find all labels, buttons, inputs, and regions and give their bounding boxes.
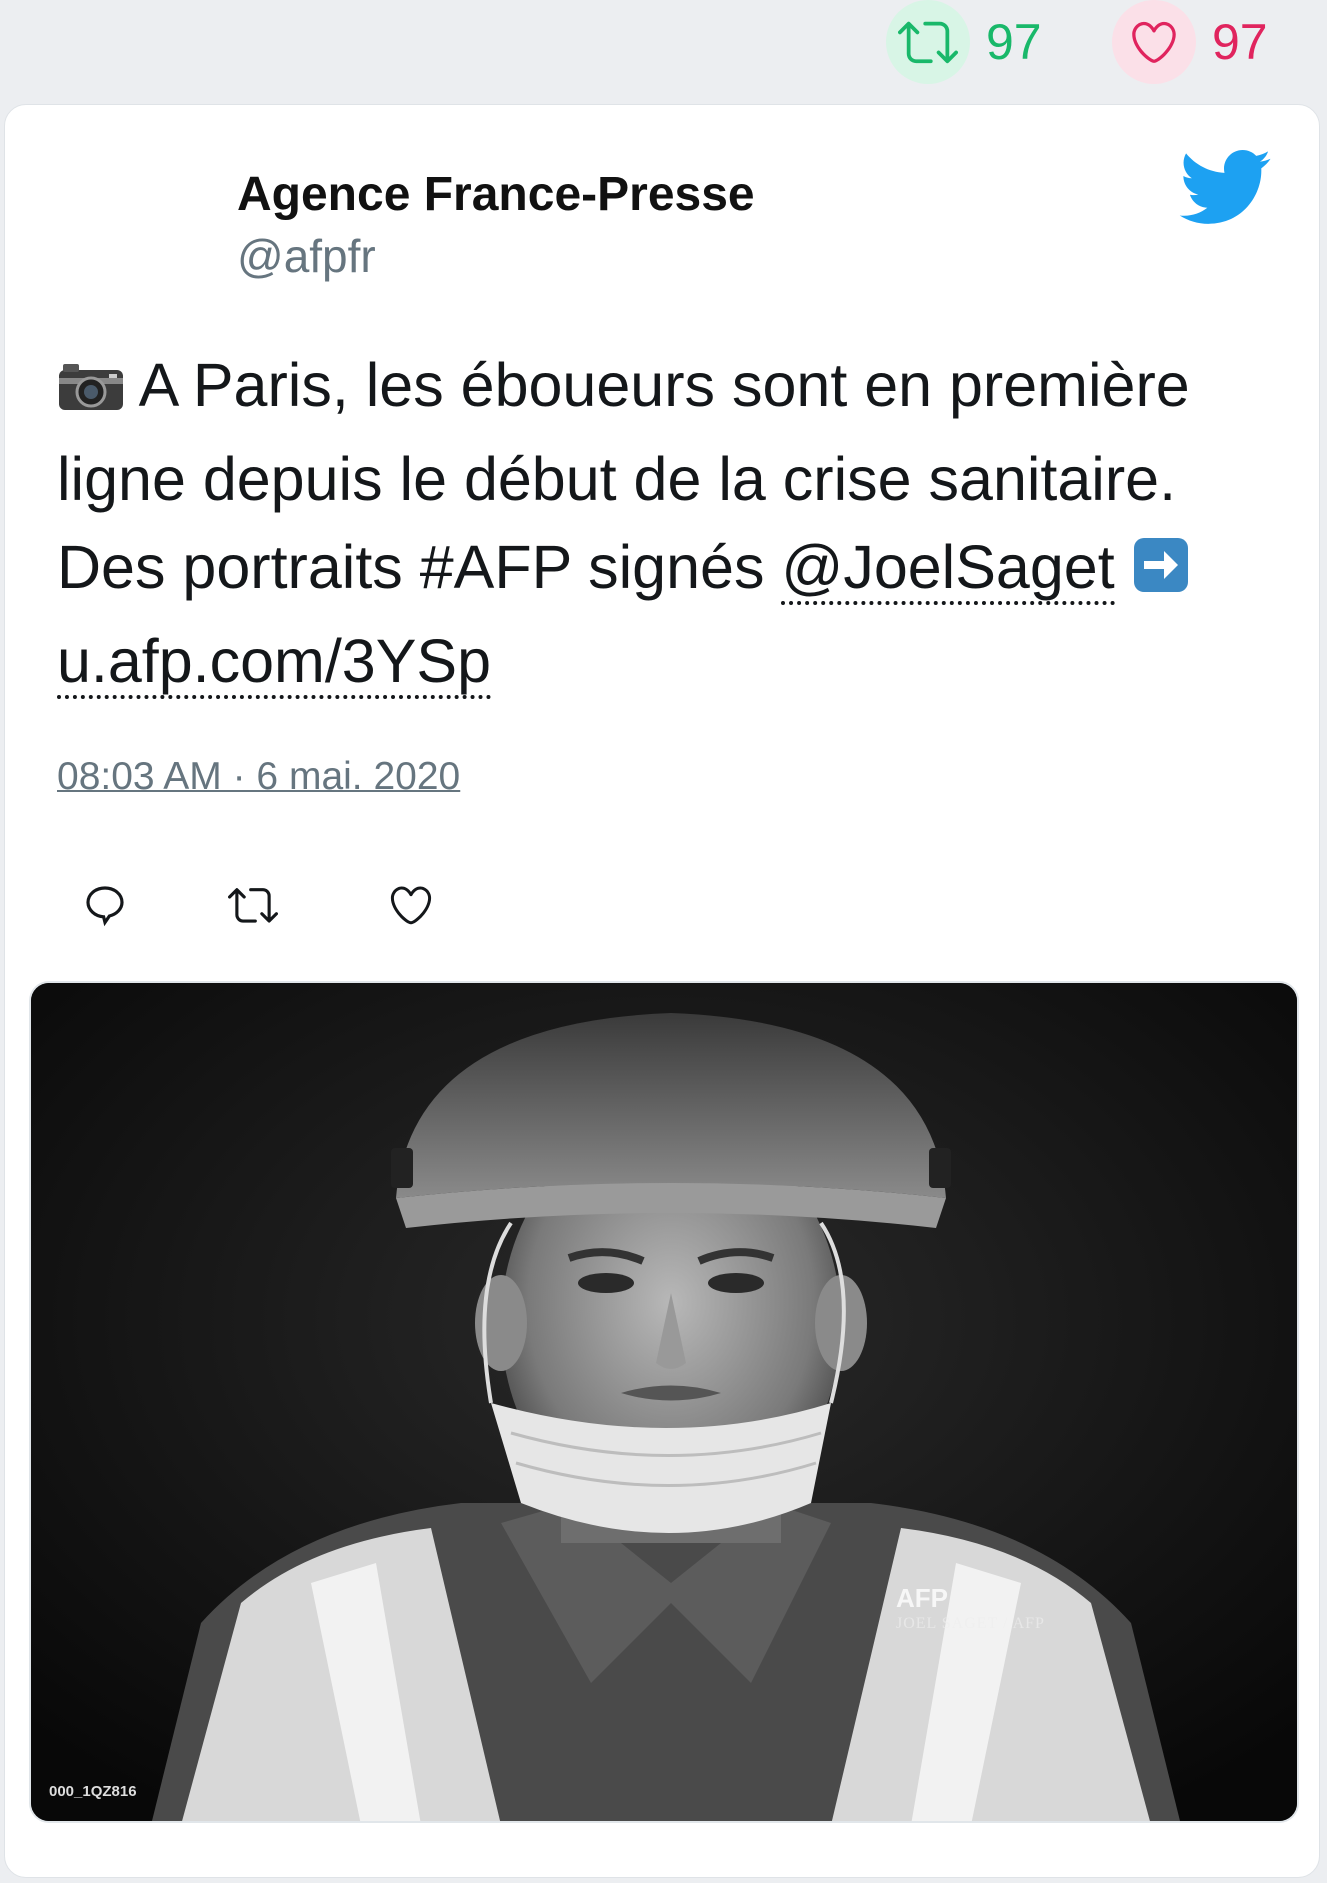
engagement-bar: 97 97 xyxy=(0,0,1327,100)
reply-icon[interactable] xyxy=(75,875,135,935)
author-handle[interactable]: @afpfr xyxy=(237,229,376,283)
tweet-card: Agence France-Presse @afpfr A Paris, les… xyxy=(4,104,1320,1878)
tweet-text: A Paris, les éboueurs sont en première l… xyxy=(57,341,1287,705)
tweet-actions xyxy=(75,875,475,935)
like-action-icon[interactable] xyxy=(381,875,441,935)
afp-watermark-logo: AFP xyxy=(896,1583,948,1613)
right-arrow-icon xyxy=(1132,529,1190,617)
camera-icon xyxy=(57,347,125,435)
retweet-icon xyxy=(886,0,970,84)
worker-portrait-image xyxy=(31,983,1297,1821)
author-name[interactable]: Agence France-Presse xyxy=(237,167,755,222)
tweet-timestamp[interactable]: 08:03 AM · 6 mai. 2020 xyxy=(57,755,460,799)
heart-icon xyxy=(1112,0,1196,84)
retweet-action-icon[interactable] xyxy=(223,875,283,935)
url-link[interactable]: u.afp.com/3YSp xyxy=(57,627,492,699)
photo-id: 000_1QZ816 xyxy=(49,1783,137,1800)
twitter-bird-icon[interactable] xyxy=(1175,147,1273,227)
mention-link[interactable]: @JoelSaget xyxy=(781,533,1115,605)
tweet-photo[interactable]: AFP JOEL SAGET / AFP 000_1QZ816 xyxy=(29,981,1299,1823)
like-stat[interactable]: 97 xyxy=(1112,0,1268,84)
retweet-count: 97 xyxy=(986,14,1042,70)
like-count: 97 xyxy=(1212,14,1268,70)
photo-credit: JOEL SAGET / AFP xyxy=(896,1615,1045,1632)
retweet-stat[interactable]: 97 xyxy=(886,0,1042,84)
